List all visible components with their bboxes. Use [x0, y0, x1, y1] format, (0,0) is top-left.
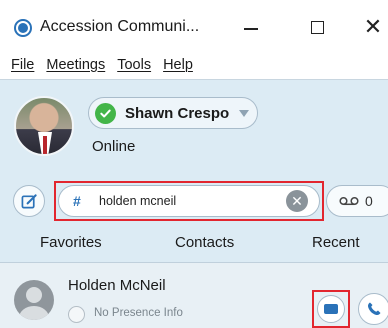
- menu-file[interactable]: File: [11, 57, 34, 73]
- title-bar: Accession Communi... ✕: [0, 0, 388, 50]
- voicemail-icon: [339, 196, 359, 206]
- close-button[interactable]: ✕: [358, 12, 388, 42]
- tab-favorites[interactable]: Favorites: [40, 234, 102, 251]
- voicemail-button[interactable]: 0: [326, 185, 388, 217]
- user-name: Shawn Crespo: [125, 104, 230, 122]
- maximize-button[interactable]: [302, 12, 332, 42]
- tab-contacts[interactable]: Contacts: [175, 234, 234, 251]
- clear-icon: ✕: [291, 193, 303, 209]
- call-button[interactable]: [358, 293, 388, 325]
- search-input[interactable]: [99, 194, 279, 208]
- menu-help[interactable]: Help: [163, 57, 193, 73]
- presence-selector[interactable]: Shawn Crespo: [88, 97, 258, 129]
- chat-button[interactable]: [317, 295, 345, 323]
- voicemail-count: 0: [365, 193, 373, 209]
- contact-presence: No Presence Info: [94, 307, 183, 319]
- compose-button[interactable]: [13, 185, 45, 217]
- phone-icon: [368, 302, 381, 315]
- presence-available-icon: [95, 102, 116, 124]
- menu-meetings[interactable]: Meetings: [46, 57, 105, 73]
- chat-icon: [324, 304, 338, 314]
- menu-tools[interactable]: Tools: [117, 57, 151, 73]
- search-box[interactable]: #: [58, 185, 320, 217]
- minimize-icon: [244, 28, 258, 30]
- minimize-button[interactable]: [236, 12, 266, 42]
- compose-icon: [21, 193, 37, 208]
- user-avatar[interactable]: [14, 96, 74, 156]
- accession-logo-icon: [14, 19, 32, 37]
- maximize-icon: [310, 20, 324, 34]
- user-status: Online: [92, 138, 136, 155]
- chevron-down-icon: [239, 109, 250, 117]
- tab-recent[interactable]: Recent: [312, 234, 360, 251]
- window-title: Accession Communi...: [40, 18, 200, 35]
- contact-avatar: [14, 280, 54, 320]
- clear-search-button[interactable]: ✕: [286, 190, 308, 212]
- presence-unknown-icon: [68, 306, 85, 323]
- menu-bar: File Meetings Tools Help: [0, 50, 388, 80]
- dialpad-icon: #: [73, 193, 81, 209]
- contact-name: Holden McNeil: [68, 277, 166, 294]
